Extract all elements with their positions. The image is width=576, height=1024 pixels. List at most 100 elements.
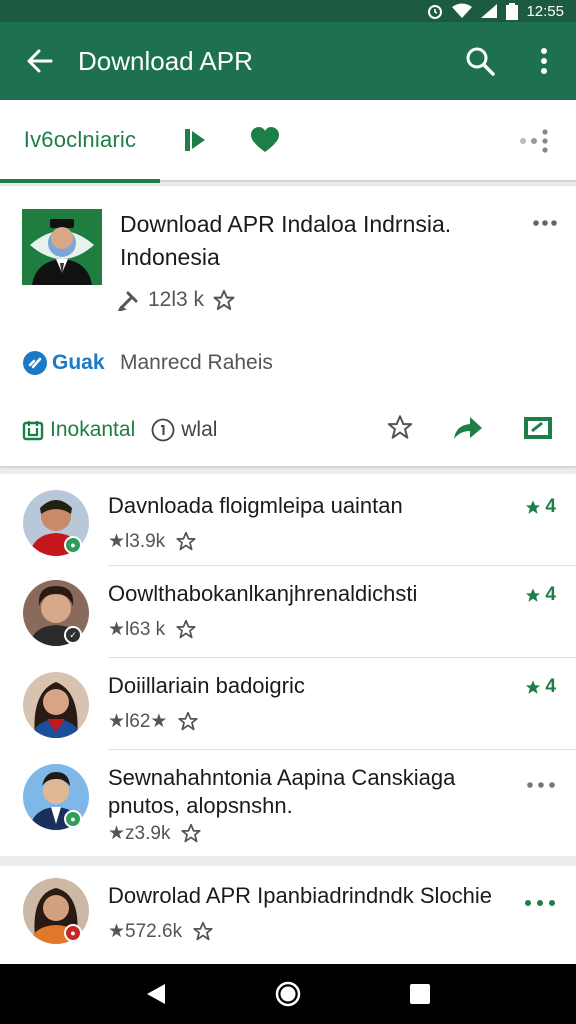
tab-bar: Iv6oclniaric (0, 99, 576, 183)
status-badge: ✓ (64, 626, 82, 644)
list-item-rating: 4 (524, 584, 556, 606)
download-count-icon (118, 291, 138, 311)
search-icon (466, 47, 495, 76)
list-item-title: Sewnahahntonia Aapina Canskiaga pnutos, … (108, 765, 456, 818)
tab-chat[interactable] (230, 99, 300, 181)
star-outline-icon (181, 823, 202, 843)
battery-icon (506, 2, 519, 20)
list-item-meta: ★l63 k (108, 618, 197, 641)
list-item-count: ★l3.9k (108, 531, 166, 552)
wifi-icon (452, 3, 473, 19)
search-button[interactable] (448, 22, 512, 100)
list-item[interactable]: Doiillariain badoigric ★l62★ 4 (0, 658, 576, 750)
star-filled-icon (526, 587, 541, 602)
message-button[interactable] (522, 415, 554, 446)
list-item-meta: ★z3.9k (108, 822, 202, 845)
share-button[interactable] (452, 415, 484, 446)
star-outline-icon (176, 619, 196, 639)
more-horiz-icon (525, 900, 555, 906)
star-filled-icon (526, 679, 541, 694)
card-footer: Inokantal wlal (22, 414, 554, 446)
app-list-secondary: ● Dowrolad APR Ipanbiadrindndk Slochie ★… (0, 866, 576, 964)
featured-meta: 12l3 k (118, 288, 236, 312)
developer-row[interactable]: Guak Manrecd Raheis (22, 350, 273, 376)
list-item-count: ★z3.9k (108, 823, 171, 844)
status-bar: 12:55 (0, 0, 576, 22)
avatar (23, 672, 89, 738)
more-dots-icon (520, 129, 548, 153)
alarm-icon (426, 3, 444, 19)
chat-heart-icon (251, 127, 279, 152)
list-item-overflow-button[interactable] (524, 894, 556, 912)
star-outline-icon (176, 531, 196, 551)
list-item-rating-value: 4 (545, 584, 556, 605)
install-box-icon (22, 421, 44, 441)
status-badge: ● (64, 924, 82, 942)
star-outline-icon (387, 415, 413, 439)
bookmark-flag-icon (185, 129, 205, 151)
install-label-text: Inokantal (50, 418, 136, 441)
app-bar: Download APR (0, 22, 576, 100)
circle-home-icon (275, 981, 301, 1007)
tab-bookmark[interactable] (160, 99, 230, 181)
list-item-title: Dowrolad APR Ipanbiadrindndk Slochie (108, 883, 493, 908)
app-list: ● Davnloada floigmleipa uaintan ★l3.9k 4… (0, 474, 576, 856)
back-button[interactable] (0, 22, 78, 100)
page-title: Download APR (78, 45, 253, 76)
triangle-back-icon (147, 984, 165, 1004)
developer-name: Manrecd Raheis (120, 351, 273, 374)
tab-overflow-button[interactable] (514, 100, 554, 182)
list-item-rating: 4 (524, 496, 556, 518)
featured-app-card[interactable]: Download APR Indaloa Indrnsia. Indonesia… (0, 186, 576, 466)
list-item-title: Davnloada floigmleipa uaintan (108, 493, 403, 518)
list-item-title: Doiillariain badoigric (108, 673, 305, 698)
tab-primary[interactable]: Iv6oclniaric (0, 99, 160, 183)
list-item-rating: 4 (524, 676, 556, 698)
list-item-meta: ★l62★ (108, 710, 199, 733)
status-time: 12:55 (526, 2, 564, 20)
overflow-menu-button[interactable] (512, 22, 576, 100)
list-item-title: Oowlthabokanlkanjhrenaldichsti (108, 581, 418, 606)
install-label[interactable]: Inokantal (22, 418, 135, 442)
developer-brand: Guak (22, 350, 120, 376)
arrow-back-icon (27, 49, 53, 73)
star-outline-icon (178, 711, 199, 731)
more-horiz-icon (533, 220, 557, 226)
list-item[interactable]: ● Sewnahahntonia Aapina Canskiaga pnutos… (0, 750, 576, 854)
more-horiz-icon (527, 782, 555, 788)
info-label[interactable]: wlal (151, 418, 217, 442)
developer-badge-icon (23, 351, 47, 375)
status-badge: ● (64, 536, 82, 554)
status-badge: ● (64, 810, 82, 828)
featured-meta-count: 12l3 k (148, 288, 205, 311)
list-item-overflow-button[interactable] (526, 776, 556, 794)
more-vert-icon (541, 48, 547, 74)
share-arrow-icon (454, 416, 482, 439)
list-item[interactable]: ● Davnloada floigmleipa uaintan ★l3.9k 4 (0, 474, 576, 566)
card-actions (386, 414, 554, 446)
list-item-meta: ★572.6k (108, 920, 214, 943)
featured-app-title: Download APR Indaloa Indrnsia. Indonesia (120, 211, 452, 270)
list-item[interactable]: ✓ Oowlthabokanlkanjhrenaldichsti ★l63 k … (0, 566, 576, 658)
star-filled-icon (526, 499, 541, 514)
nav-recents-button[interactable] (395, 969, 445, 1019)
square-recents-icon (410, 984, 430, 1004)
nav-home-button[interactable] (263, 969, 313, 1019)
list-item-count: ★l63 k (108, 619, 166, 640)
info-label-text: wlal (181, 418, 218, 441)
developer-brand-label: Guak (52, 351, 105, 374)
list-item-rating-value: 4 (545, 676, 556, 697)
favorite-button[interactable] (386, 414, 414, 446)
info-icon (151, 418, 175, 442)
tab-primary-label: Iv6oclniaric (23, 127, 137, 152)
nav-back-button[interactable] (131, 969, 181, 1019)
message-box-icon (524, 416, 552, 439)
list-item[interactable]: ● Dowrolad APR Ipanbiadrindndk Slochie ★… (0, 866, 576, 964)
app-thumbnail (22, 209, 102, 285)
list-item-count: ★572.6k (108, 921, 183, 942)
list-item-rating-value: 4 (545, 496, 556, 517)
card-overflow-button[interactable] (532, 214, 558, 232)
system-nav-bar (0, 964, 576, 1024)
star-outline-icon (213, 289, 235, 310)
list-item-meta: ★l3.9k (108, 530, 197, 553)
